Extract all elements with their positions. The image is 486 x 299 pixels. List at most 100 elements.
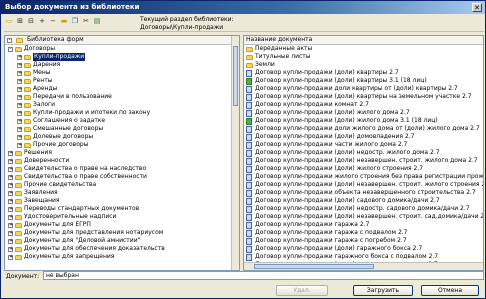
tree-item[interactable]: + Свидетельства о праве собственности	[5, 173, 239, 181]
list-item[interactable]: Договор купли-продажи (доли) квартиры 3.…	[244, 77, 483, 85]
close-icon[interactable]: ✕	[472, 3, 482, 12]
expand-icon[interactable]: +	[8, 166, 13, 172]
expand-icon[interactable]: +	[8, 198, 13, 204]
expand-icon[interactable]: +	[17, 78, 22, 84]
tree-item[interactable]: + Документы для "Деловой амнистии"	[5, 237, 239, 245]
add-icon[interactable]: +	[37, 16, 47, 26]
tree-item[interactable]: + Долевые договоры	[5, 133, 239, 141]
tree-item[interactable]: + Документы для обеспечения доказательств	[5, 245, 239, 253]
expand-icon[interactable]: +	[8, 182, 13, 188]
tree-item[interactable]: + Заявления	[5, 189, 239, 197]
list-item[interactable]: Договор купли-продажи гаража с погребом …	[244, 237, 483, 245]
expand-icon[interactable]: +	[8, 150, 13, 156]
list-item[interactable]: Договор купли-продажи (доли) квартиры на…	[244, 93, 483, 101]
cut-icon[interactable]: ✂	[81, 16, 91, 26]
delete-button[interactable]: Удал.	[276, 285, 328, 296]
tree-scrollbar[interactable]	[231, 36, 239, 270]
cancel-button[interactable]: Отмена	[421, 285, 479, 296]
tree-item[interactable]: + Залоги	[5, 101, 239, 109]
tree-item[interactable]: - Договоры	[5, 45, 239, 53]
list-item[interactable]: Договор купли-продажи (доли) квартиры 2.…	[244, 69, 483, 77]
tree-item[interactable]: + Документы для ЕГРП	[5, 221, 239, 229]
list-item[interactable]: Договор купли-продажи части жилого дома …	[244, 141, 483, 149]
collapse-tree-icon[interactable]: ⊟	[26, 16, 36, 26]
list-item[interactable]: Договор купли-продажи (доли) жилого дома…	[244, 117, 483, 125]
expand-icon[interactable]: +	[17, 142, 22, 148]
tree-item[interactable]: + Свидетельства о праве на наследство	[5, 165, 239, 173]
list-item[interactable]: Земли	[244, 61, 483, 69]
expand-icon[interactable]: +	[17, 94, 22, 100]
list-item[interactable]: Договор купли-продажи (доли) гаражного б…	[244, 245, 483, 253]
list-item[interactable]: Договор купли-продажи (доли) недостр. са…	[244, 205, 483, 213]
list-item[interactable]: Договор купли-продажи (доли) жилого стро…	[244, 165, 483, 173]
expand-icon[interactable]: +	[8, 214, 13, 220]
library-tree[interactable]: - Библиотека форм - Договоры + Купли-продаж…	[4, 35, 240, 271]
list-item[interactable]: Договор купли-продажи доли жилого дома о…	[244, 125, 483, 133]
collapse-icon[interactable]: -	[8, 46, 13, 52]
document-list-header[interactable]: Название документа	[244, 36, 483, 45]
expand-icon[interactable]: +	[8, 174, 13, 180]
expand-icon[interactable]: +	[17, 54, 22, 60]
list-item[interactable]: Договор купли-продажи (доли) садового до…	[244, 197, 483, 205]
expand-icon[interactable]: +	[17, 86, 22, 92]
expand-icon[interactable]: +	[8, 254, 13, 260]
list-item[interactable]: Договор купли-продажи гаража с подвалом …	[244, 229, 483, 237]
folder-open-icon[interactable]: ▭	[4, 16, 14, 26]
tree-item[interactable]: + Ренты	[5, 77, 239, 85]
tree-item[interactable]: + Купли-продажи	[5, 53, 239, 61]
list-item[interactable]: Договор купли-продажи (доли) незавершен.…	[244, 181, 483, 189]
list-item[interactable]: Договор купли-продажи жилого строения бе…	[244, 173, 483, 181]
copy-icon[interactable]: ❐	[70, 16, 80, 26]
expand-tree-icon[interactable]: ⊞	[15, 16, 25, 26]
folder-icon[interactable]: ▬	[59, 16, 69, 26]
tree-item[interactable]: + Документы для запрещения	[5, 253, 239, 261]
expand-icon[interactable]: +	[17, 118, 22, 124]
tree-item[interactable]: + Завещания	[5, 197, 239, 205]
tree-item[interactable]: + Прочие договоры	[5, 141, 239, 149]
tree-item[interactable]: + Передачи в пользование	[5, 93, 239, 101]
load-button[interactable]: Загрузить	[353, 285, 413, 296]
expand-icon[interactable]: +	[8, 222, 13, 228]
scrollbar-thumb[interactable]	[254, 264, 374, 269]
expand-icon[interactable]: +	[8, 230, 13, 236]
list-item[interactable]: Договор купли-продажи гаражного бокса с …	[244, 253, 483, 261]
expand-icon[interactable]: +	[8, 190, 13, 196]
expand-icon[interactable]: +	[8, 206, 13, 212]
document-list[interactable]: Название документа Переданные акты Титуль…	[243, 35, 484, 271]
tree-item[interactable]: + Купли-продажи и ипотеки по закону	[5, 109, 239, 117]
list-item[interactable]: Договор купли-продажи объекта незавершен…	[244, 189, 483, 197]
scrollbar-thumb[interactable]	[233, 46, 238, 106]
tree-item[interactable]: + Дарения	[5, 61, 239, 69]
list-item[interactable]: Титульные листы	[244, 53, 483, 61]
collapse-icon[interactable]: -	[7, 37, 12, 43]
tree-item[interactable]: + Смешанные договоры	[5, 125, 239, 133]
expand-icon[interactable]: +	[17, 102, 22, 108]
tree-item[interactable]: + Соглашения о задатке	[5, 117, 239, 125]
expand-icon[interactable]: +	[17, 126, 22, 132]
tree-item[interactable]: + Доверенности	[5, 157, 239, 165]
document-list-scrollbar[interactable]	[244, 262, 483, 270]
tree-item[interactable]: + Удостоверительные надписи	[5, 213, 239, 221]
tree-item[interactable]: + Прочие свидетельства	[5, 181, 239, 189]
list-item[interactable]: Договор купли-продажи комнат 2.7	[244, 101, 483, 109]
expand-icon[interactable]: +	[17, 62, 22, 68]
expand-icon[interactable]: +	[8, 246, 13, 252]
tree-item[interactable]: + Мены	[5, 69, 239, 77]
list-item[interactable]: Договор купли-продажи (доли) незавершен.…	[244, 213, 483, 221]
tree-item[interactable]: + Документы для представления нотариусом	[5, 229, 239, 237]
list-item[interactable]: Договор купли-продажи (доли) незавершен.…	[244, 157, 483, 165]
list-item[interactable]: Договор купли-продажи гаража 2.7	[244, 221, 483, 229]
list-item[interactable]: Договор купли-продажи (доли) недостр. жи…	[244, 149, 483, 157]
list-item[interactable]: Договор купли-продажи (доли) жилого дома…	[244, 109, 483, 117]
tree-item[interactable]: + Переводы стандартных документов	[5, 205, 239, 213]
paste-icon[interactable]: ▤	[92, 16, 102, 26]
tree-item[interactable]: + Аренды	[5, 85, 239, 93]
expand-icon[interactable]: +	[8, 158, 13, 164]
remove-icon[interactable]: −	[48, 16, 58, 26]
expand-icon[interactable]: +	[17, 110, 22, 116]
expand-icon[interactable]: +	[8, 238, 13, 244]
expand-icon[interactable]: +	[17, 70, 22, 76]
tree-item[interactable]: + Решения	[5, 149, 239, 157]
expand-icon[interactable]: +	[17, 134, 22, 140]
list-item[interactable]: Договор купли-продажи (доли) домовладени…	[244, 133, 483, 141]
